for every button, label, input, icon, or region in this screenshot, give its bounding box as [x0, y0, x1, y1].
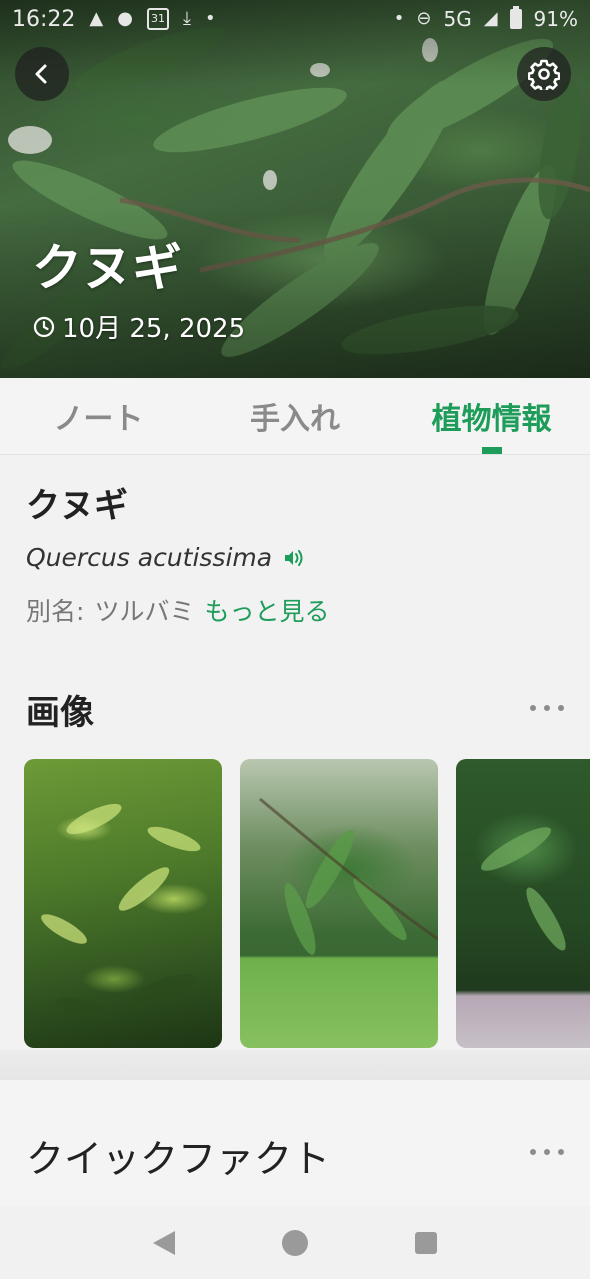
- status-time: 16:22: [12, 6, 76, 32]
- gear-icon: [528, 59, 560, 90]
- activity-icon: ●: [117, 8, 133, 29]
- dot-icon: •: [204, 8, 216, 29]
- quick-facts-title: クイックファクト: [26, 1137, 331, 1181]
- speaker-icon[interactable]: [282, 548, 306, 568]
- settings-button[interactable]: [517, 47, 571, 101]
- leaf-texture: [481, 827, 566, 951]
- plant-image-1[interactable]: [24, 759, 222, 1048]
- calendar-icon: 31: [146, 8, 169, 30]
- dot: [544, 1149, 550, 1155]
- image-gallery: [24, 759, 590, 1049]
- warning-icon: ▲: [89, 8, 104, 29]
- dot: [558, 705, 564, 711]
- hero-image: 16:22 ▲ ● 31 ⤓ • • ⊖ 5G ◢ 91% クヌギ 10月 25…: [0, 0, 590, 378]
- nav-recents-button[interactable]: [414, 1231, 437, 1254]
- dot: [530, 1149, 536, 1155]
- system-nav-bar: [0, 1206, 590, 1279]
- plant-image-2[interactable]: [240, 759, 438, 1048]
- leaf-texture: [259, 797, 438, 955]
- nav-home-button[interactable]: [281, 1229, 308, 1256]
- nav-back-button[interactable]: [153, 1230, 176, 1255]
- battery-icon: [509, 6, 522, 29]
- chevron-left-icon: [35, 64, 47, 84]
- alias-row: 別名: ツルバミ もっと見る: [26, 592, 329, 628]
- network-label: 5G: [443, 7, 472, 31]
- download-icon: ⤓: [182, 8, 191, 29]
- signal-icon: ◢: [483, 8, 498, 29]
- tab-bar: ノート 手入れ 植物情報: [0, 378, 590, 455]
- plant-detail-screen: 16:22 ▲ ● 31 ⤓ • • ⊖ 5G ◢ 91% クヌギ 10月 25…: [0, 0, 590, 1279]
- dot: [558, 1149, 564, 1155]
- scientific-name: Quercus acutissima: [26, 543, 273, 572]
- dot: [544, 705, 550, 711]
- tab-care[interactable]: 手入れ: [197, 378, 394, 454]
- dot: [530, 705, 536, 711]
- scientific-name-row: Quercus acutissima: [26, 543, 306, 572]
- back-button[interactable]: [15, 47, 69, 101]
- tab-notes[interactable]: ノート: [0, 378, 197, 454]
- date-label: 10月 25, 2025: [62, 314, 246, 344]
- alias-value: ツルバミ: [94, 597, 195, 626]
- hero-title: クヌギ: [32, 239, 182, 297]
- dnd-icon: ⊖: [416, 8, 432, 29]
- hero-date: 10月 25, 2025: [32, 308, 245, 345]
- plant-image-3[interactable]: [456, 759, 590, 1048]
- clock-icon: [33, 316, 55, 337]
- plant-name: クヌギ: [26, 486, 128, 526]
- images-section-title: 画像: [26, 693, 94, 733]
- battery-level: 91%: [533, 7, 578, 31]
- section-divider: [0, 1050, 590, 1080]
- tab-plant-info[interactable]: 植物情報: [393, 378, 590, 454]
- more-link[interactable]: もっと見る: [204, 592, 329, 628]
- leaf-texture: [41, 803, 201, 1021]
- images-more-button[interactable]: [530, 702, 564, 714]
- status-bar: 16:22 ▲ ● 31 ⤓ • • ⊖ 5G ◢ 91%: [0, 0, 590, 38]
- dot-icon: •: [393, 8, 405, 29]
- quick-facts-more-button[interactable]: [530, 1146, 564, 1158]
- alias-label: 別名:: [26, 597, 85, 626]
